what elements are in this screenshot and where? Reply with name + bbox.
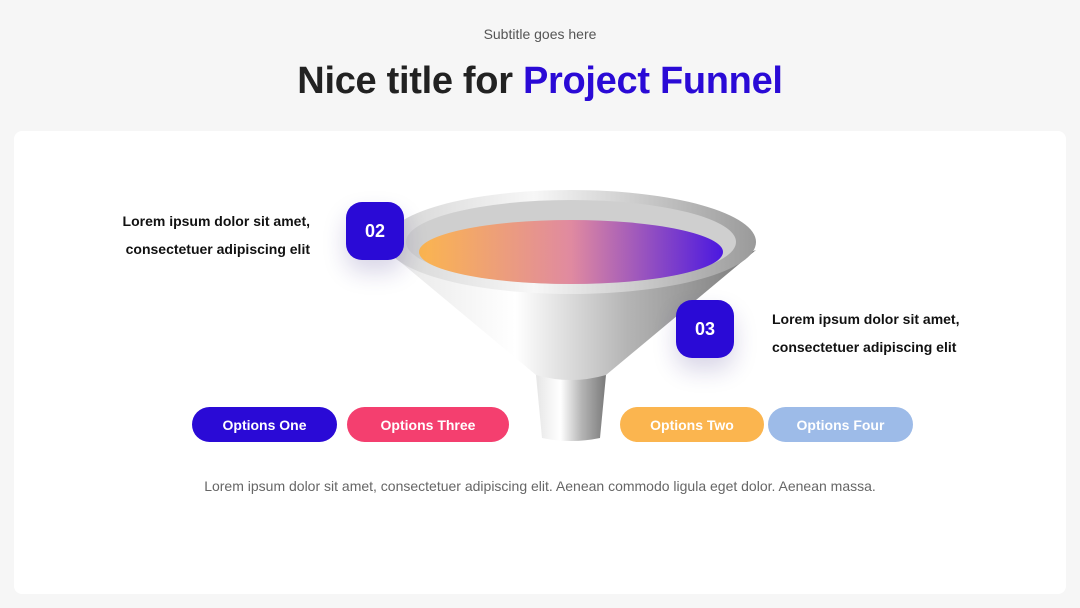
options-two-button[interactable]: Options Two bbox=[620, 407, 764, 442]
title-accent-text: Project Funnel bbox=[522, 60, 783, 102]
funnel-liquid bbox=[419, 220, 723, 284]
slide-title: Nice title for Project Funnel bbox=[0, 60, 1080, 103]
funnel-spout bbox=[536, 375, 606, 441]
step-03-badge: 03 bbox=[676, 300, 734, 358]
title-plain-text: Nice title for bbox=[297, 60, 513, 102]
slide-subtitle: Subtitle goes here bbox=[483, 26, 597, 42]
description-text: Lorem ipsum dolor sit amet, consectetuer… bbox=[204, 478, 876, 494]
options-one-button[interactable]: Options One bbox=[192, 407, 337, 442]
step-03-text: Lorem ipsum dolor sit amet, consectetuer… bbox=[772, 311, 960, 355]
step-02-text: Lorem ipsum dolor sit amet, consectetuer… bbox=[122, 213, 310, 257]
step-02-badge: 02 bbox=[346, 202, 404, 260]
options-four-button[interactable]: Options Four bbox=[768, 407, 913, 442]
options-three-button[interactable]: Options Three bbox=[347, 407, 509, 442]
